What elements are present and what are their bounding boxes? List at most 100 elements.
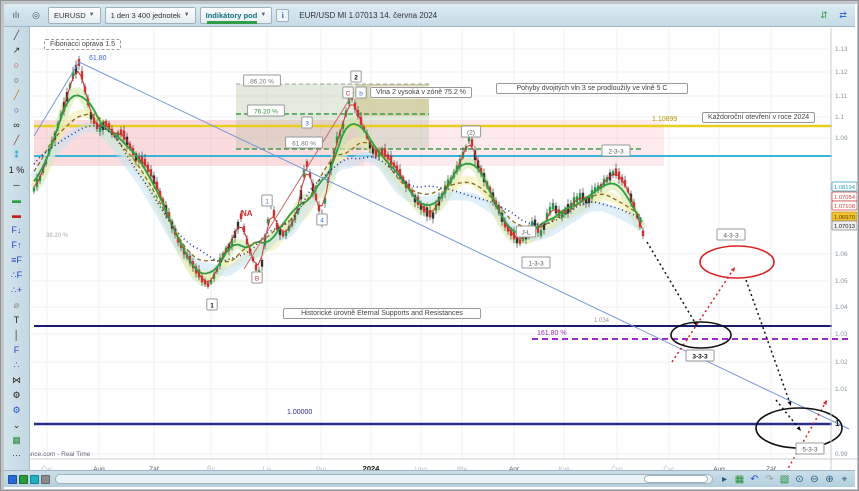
fib-levels-tool[interactable]: ≡F	[6, 253, 28, 268]
price-tick: 1.1	[835, 114, 844, 121]
wave-label[interactable]: 4-3-3	[717, 229, 745, 240]
zoom-out-button[interactable]: ⊖	[808, 473, 821, 486]
candle-body	[555, 206, 557, 214]
candle-body	[552, 203, 554, 209]
wave3-note-annotation[interactable]: Pohyby dvojitých vln 3 se prodloužily ve…	[496, 83, 688, 94]
link-arrows-icon[interactable]: ⇄	[835, 7, 851, 23]
zoom-in-button[interactable]: ⊕	[823, 473, 836, 486]
bowtie-tool[interactable]: ⋈	[6, 373, 28, 388]
resistance-pill-tool[interactable]: ▬	[6, 208, 28, 223]
chart-text-label: 38.20 %	[46, 233, 69, 239]
ray-orange-tool[interactable]: ╱	[6, 88, 28, 103]
wave-label[interactable]: 1	[262, 195, 272, 206]
candle-body	[579, 193, 581, 201]
settings-blue-tool[interactable]: ⚙	[6, 403, 28, 418]
wave-label[interactable]: 3	[302, 117, 312, 128]
wave-label[interactable]: C	[343, 87, 353, 98]
wave-label[interactable]: 2-3-3	[602, 145, 630, 156]
price-tag: 1.07054	[832, 192, 857, 201]
indicator-manager-button[interactable]: ▦	[6, 433, 28, 448]
horizontal-scrollbar[interactable]	[55, 474, 713, 484]
wave-label[interactable]: 1-3-3	[522, 257, 550, 268]
fib-cluster-tool[interactable]: ⁑	[6, 148, 28, 163]
svg-text:b: b	[359, 91, 363, 98]
crosshair-button[interactable]: ⌖	[838, 473, 851, 486]
timeframe-dropdown[interactable]: 1 den 3 400 jednotek ▼	[105, 7, 196, 24]
yearly-open-annotation[interactable]: Každoroční otevření v roce 2024	[702, 112, 815, 123]
chevron-down-icon: ▼	[184, 12, 190, 18]
svg-text:(2): (2)	[467, 130, 475, 137]
fib-down-tool[interactable]: F↓	[6, 223, 28, 238]
timeframe-label: 1 den 3 400 jednotek	[111, 11, 181, 20]
redo-button[interactable]: ↷	[763, 473, 776, 486]
measure-tool[interactable]: ∞	[6, 118, 28, 133]
symbol-dropdown[interactable]: EURUSD ▼	[48, 7, 101, 24]
taskbar-app-blue[interactable]	[8, 475, 17, 484]
wave-label[interactable]: J-L	[516, 226, 535, 237]
candle-body	[426, 207, 428, 216]
chart-type-icon[interactable]: ılı	[8, 7, 24, 23]
wave-label[interactable]: 4	[317, 214, 327, 225]
wave-label[interactable]: (2)	[461, 126, 480, 137]
updown-mini-chart-icon[interactable]: ⇵	[816, 7, 832, 23]
indicators-label: Indikátory pod	[206, 11, 258, 20]
svg-text:4-3-3: 4-3-3	[723, 233, 739, 240]
wave-label[interactable]: 2	[351, 71, 361, 82]
wave-label[interactable]: 3-3-3	[686, 350, 714, 361]
more-tools-button[interactable]: ⋯	[6, 448, 28, 463]
taskbar-app-teal[interactable]	[30, 475, 39, 484]
hline-tool[interactable]: ─	[6, 178, 28, 193]
fib-time-tool[interactable]: ∴F	[6, 268, 28, 283]
svg-text:3: 3	[305, 121, 309, 128]
taskbar-app-gray[interactable]	[41, 475, 50, 484]
eraser-tool[interactable]: ⌀	[6, 298, 28, 313]
ellipse-blue-tool[interactable]: ○	[6, 103, 28, 118]
fib-note-annotation[interactable]: Fibonacci oprava 1.5	[44, 39, 121, 50]
wave-label[interactable]: 61.80 %	[286, 137, 323, 148]
price-tick: 1.13	[835, 46, 848, 53]
snapshot-button[interactable]: ▦	[733, 473, 746, 486]
pan-right-button[interactable]: ▸	[718, 473, 731, 486]
zoom-area-button[interactable]: ▧	[778, 473, 791, 486]
price-tag: 1.07108	[832, 201, 857, 210]
elliott-dots-tool[interactable]: ∴	[6, 358, 28, 373]
candle-body	[207, 282, 209, 287]
percent-tool[interactable]: 1 %	[6, 163, 28, 178]
text-tool[interactable]: T	[6, 313, 28, 328]
chart-title: EUR/USD MI 1.07013 14. června 2024	[299, 11, 437, 20]
ellipse-red-tool[interactable]: ○	[6, 58, 28, 73]
svg-text:5-3-3: 5-3-3	[802, 447, 818, 454]
vline-tool[interactable]: │	[6, 328, 28, 343]
info-icon[interactable]: i	[276, 9, 289, 22]
pin-icon[interactable]: ◎	[28, 7, 44, 23]
svg-text:1: 1	[210, 303, 214, 310]
price-chart[interactable]: 2 Cb 3 1 4 B 1 (2) J-L 1-3-3 2-3-3 4-3-3 3-3-3 5-3-3 8…	[4, 4, 857, 489]
wave-label[interactable]: b	[356, 87, 366, 98]
support-pill-tool[interactable]: ▬	[6, 193, 28, 208]
collapse-tools-button[interactable]: ⌄	[6, 418, 28, 433]
historic-levels-annotation[interactable]: Historické úrovně Eternal Supports and R…	[283, 308, 481, 319]
price-tick: 1.03	[835, 331, 848, 338]
wave2-note-annotation[interactable]: Vlna 2 vysoká v zóně 75.2 %	[370, 87, 472, 98]
ellipse-black-tool[interactable]: ○	[6, 73, 28, 88]
undo-button[interactable]: ↶	[748, 473, 761, 486]
trendline-tool[interactable]: ╱	[6, 28, 28, 43]
fib-up-tool[interactable]: F↑	[6, 238, 28, 253]
settings-black-tool[interactable]: ⚙	[6, 388, 28, 403]
wave-label[interactable]: 86.20 %	[244, 75, 281, 86]
wave-label[interactable]: 5-3-3	[796, 443, 824, 454]
wave-label[interactable]: B	[252, 272, 262, 283]
arrow-tool[interactable]: ↗	[6, 43, 28, 58]
chevron-down-icon: ▼	[89, 12, 95, 18]
indicators-dropdown[interactable]: Indikátory pod ▼	[200, 7, 273, 24]
wave-label[interactable]: 76.20 %	[248, 105, 285, 116]
elliott-f-tool[interactable]: F	[6, 343, 28, 358]
wave-label[interactable]: 1	[207, 299, 217, 310]
taskbar-app-green[interactable]	[19, 475, 28, 484]
line-maroon-tool[interactable]: ╱	[6, 133, 28, 148]
fib-projection-tool[interactable]: ∴+	[6, 283, 28, 298]
scrollbar-thumb[interactable]	[644, 475, 708, 483]
price-tick: 1.09	[835, 135, 848, 142]
zoom-select-button[interactable]: ⊙	[793, 473, 806, 486]
price-tag: 1.07013	[832, 221, 857, 230]
